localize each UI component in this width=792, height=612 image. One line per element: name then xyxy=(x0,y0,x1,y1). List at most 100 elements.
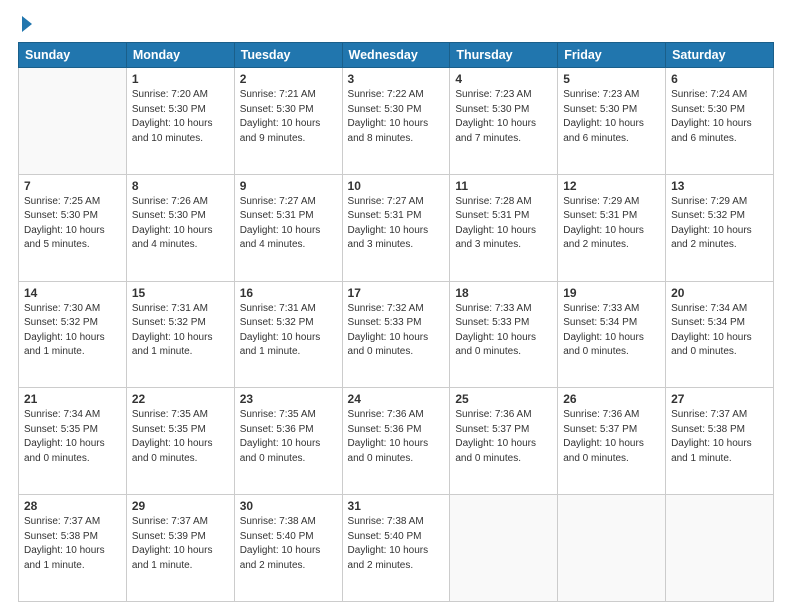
table-row: 11Sunrise: 7:28 AM Sunset: 5:31 PM Dayli… xyxy=(450,174,558,281)
day-number: 13 xyxy=(671,179,768,193)
day-info: Sunrise: 7:24 AM Sunset: 5:30 PM Dayligh… xyxy=(671,88,768,146)
table-row: 6 Sunrise: 7:24 AM Sunset: 5:30 PM Daylig… xyxy=(666,68,774,175)
day-number: 8 xyxy=(132,179,229,193)
table-row: 1 Sunrise: 7:20 AM Sunset: 5:30 PM Daylig… xyxy=(126,68,234,175)
day-number: 29 xyxy=(132,499,229,513)
day-info: Sunrise: 7:29 AM Sunset: 5:32 PM Dayligh… xyxy=(671,195,768,253)
day-info: Sunrise: 7:36 AM Sunset: 5:37 PM Dayligh… xyxy=(455,408,552,466)
day-number: 7 xyxy=(24,179,121,193)
table-row: 14Sunrise: 7:30 AM Sunset: 5:32 PM Dayli… xyxy=(19,281,127,388)
calendar-header-saturday: Saturday xyxy=(666,43,774,68)
table-row: 18Sunrise: 7:33 AM Sunset: 5:33 PM Dayli… xyxy=(450,281,558,388)
table-row: 12 Sunrise: 7:29 AM Sunset: 5:31 PM Dayli… xyxy=(558,174,666,281)
day-info: Sunrise: 7:33 AM Sunset: 5:34 PM Dayligh… xyxy=(563,302,660,360)
day-info: Sunrise: 7:34 AM Sunset: 5:34 PM Dayligh… xyxy=(671,302,768,360)
day-info: Sunrise: 7:38 AM Sunset: 5:40 PM Dayligh… xyxy=(240,515,337,573)
table-row: 15Sunrise: 7:31 AM Sunset: 5:32 PM Dayli… xyxy=(126,281,234,388)
table-row: 10 Sunrise: 7:27 AM Sunset: 5:31 PM Dayli… xyxy=(342,174,450,281)
day-number: 11 xyxy=(455,179,552,193)
day-info: Sunrise: 7:20 AM Sunset: 5:30 PM Dayligh… xyxy=(132,88,229,146)
calendar-header-friday: Friday xyxy=(558,43,666,68)
day-number: 4 xyxy=(455,72,552,86)
table-row: 16 Sunrise: 7:31 AM Sunset: 5:32 PM Dayli… xyxy=(234,281,342,388)
calendar-table: SundayMondayTuesdayWednesdayThursdayFrid… xyxy=(18,42,774,602)
table-row: 22Sunrise: 7:35 AM Sunset: 5:35 PM Dayli… xyxy=(126,388,234,495)
day-info: Sunrise: 7:34 AM Sunset: 5:35 PM Dayligh… xyxy=(24,408,121,466)
day-number: 17 xyxy=(348,286,445,300)
table-row: 24Sunrise: 7:36 AM Sunset: 5:36 PM Dayli… xyxy=(342,388,450,495)
day-number: 26 xyxy=(563,392,660,406)
day-number: 14 xyxy=(24,286,121,300)
day-info: Sunrise: 7:31 AM Sunset: 5:32 PM Dayligh… xyxy=(240,302,337,360)
day-number: 31 xyxy=(348,499,445,513)
table-row: 26 Sunrise: 7:36 AM Sunset: 5:37 PM Dayli… xyxy=(558,388,666,495)
calendar-header-thursday: Thursday xyxy=(450,43,558,68)
day-info: Sunrise: 7:22 AM Sunset: 5:30 PM Dayligh… xyxy=(348,88,445,146)
table-row: 28Sunrise: 7:37 AM Sunset: 5:38 PM Dayli… xyxy=(19,495,127,602)
day-info: Sunrise: 7:33 AM Sunset: 5:33 PM Dayligh… xyxy=(455,302,552,360)
table-row xyxy=(666,495,774,602)
day-info: Sunrise: 7:36 AM Sunset: 5:37 PM Dayligh… xyxy=(563,408,660,466)
day-number: 21 xyxy=(24,392,121,406)
day-number: 19 xyxy=(563,286,660,300)
day-number: 3 xyxy=(348,72,445,86)
day-info: Sunrise: 7:27 AM Sunset: 5:31 PM Dayligh… xyxy=(240,195,337,253)
table-row: 9Sunrise: 7:27 AM Sunset: 5:31 PM Daylig… xyxy=(234,174,342,281)
day-info: Sunrise: 7:27 AM Sunset: 5:31 PM Dayligh… xyxy=(348,195,445,253)
table-row: 19 Sunrise: 7:33 AM Sunset: 5:34 PM Dayli… xyxy=(558,281,666,388)
table-row: 25 Sunrise: 7:36 AM Sunset: 5:37 PM Dayli… xyxy=(450,388,558,495)
table-row: 17 Sunrise: 7:32 AM Sunset: 5:33 PM Dayli… xyxy=(342,281,450,388)
day-number: 24 xyxy=(348,392,445,406)
day-info: Sunrise: 7:25 AM Sunset: 5:30 PM Dayligh… xyxy=(24,195,121,253)
day-info: Sunrise: 7:37 AM Sunset: 5:39 PM Dayligh… xyxy=(132,515,229,573)
table-row: 5 Sunrise: 7:23 AM Sunset: 5:30 PM Daylig… xyxy=(558,68,666,175)
day-info: Sunrise: 7:23 AM Sunset: 5:30 PM Dayligh… xyxy=(563,88,660,146)
calendar-week-3: 14Sunrise: 7:30 AM Sunset: 5:32 PM Dayli… xyxy=(19,281,774,388)
day-number: 20 xyxy=(671,286,768,300)
table-row xyxy=(558,495,666,602)
day-number: 28 xyxy=(24,499,121,513)
calendar-header-tuesday: Tuesday xyxy=(234,43,342,68)
table-row xyxy=(450,495,558,602)
header xyxy=(18,18,774,32)
day-info: Sunrise: 7:21 AM Sunset: 5:30 PM Dayligh… xyxy=(240,88,337,146)
day-number: 23 xyxy=(240,392,337,406)
day-info: Sunrise: 7:23 AM Sunset: 5:30 PM Dayligh… xyxy=(455,88,552,146)
day-number: 30 xyxy=(240,499,337,513)
day-info: Sunrise: 7:31 AM Sunset: 5:32 PM Dayligh… xyxy=(132,302,229,360)
table-row: 21 Sunrise: 7:34 AM Sunset: 5:35 PM Dayli… xyxy=(19,388,127,495)
table-row xyxy=(19,68,127,175)
day-number: 1 xyxy=(132,72,229,86)
calendar-header-wednesday: Wednesday xyxy=(342,43,450,68)
calendar-week-4: 21 Sunrise: 7:34 AM Sunset: 5:35 PM Dayli… xyxy=(19,388,774,495)
calendar-header-sunday: Sunday xyxy=(19,43,127,68)
table-row: 30 Sunrise: 7:38 AM Sunset: 5:40 PM Dayli… xyxy=(234,495,342,602)
day-info: Sunrise: 7:32 AM Sunset: 5:33 PM Dayligh… xyxy=(348,302,445,360)
day-number: 25 xyxy=(455,392,552,406)
day-info: Sunrise: 7:38 AM Sunset: 5:40 PM Dayligh… xyxy=(348,515,445,573)
day-info: Sunrise: 7:26 AM Sunset: 5:30 PM Dayligh… xyxy=(132,195,229,253)
day-number: 6 xyxy=(671,72,768,86)
calendar-week-1: 1 Sunrise: 7:20 AM Sunset: 5:30 PM Daylig… xyxy=(19,68,774,175)
day-number: 16 xyxy=(240,286,337,300)
day-number: 5 xyxy=(563,72,660,86)
table-row: 2 Sunrise: 7:21 AM Sunset: 5:30 PM Daylig… xyxy=(234,68,342,175)
table-row: 3 Sunrise: 7:22 AM Sunset: 5:30 PM Daylig… xyxy=(342,68,450,175)
day-info: Sunrise: 7:37 AM Sunset: 5:38 PM Dayligh… xyxy=(671,408,768,466)
table-row: 27 Sunrise: 7:37 AM Sunset: 5:38 PM Dayli… xyxy=(666,388,774,495)
table-row: 20 Sunrise: 7:34 AM Sunset: 5:34 PM Dayli… xyxy=(666,281,774,388)
page: SundayMondayTuesdayWednesdayThursdayFrid… xyxy=(0,0,792,612)
day-number: 10 xyxy=(348,179,445,193)
day-info: Sunrise: 7:35 AM Sunset: 5:35 PM Dayligh… xyxy=(132,408,229,466)
day-number: 12 xyxy=(563,179,660,193)
table-row: 8 Sunrise: 7:26 AM Sunset: 5:30 PM Daylig… xyxy=(126,174,234,281)
table-row: 23Sunrise: 7:35 AM Sunset: 5:36 PM Dayli… xyxy=(234,388,342,495)
calendar-header-row: SundayMondayTuesdayWednesdayThursdayFrid… xyxy=(19,43,774,68)
logo xyxy=(18,18,32,32)
table-row: 13 Sunrise: 7:29 AM Sunset: 5:32 PM Dayli… xyxy=(666,174,774,281)
day-info: Sunrise: 7:29 AM Sunset: 5:31 PM Dayligh… xyxy=(563,195,660,253)
day-number: 2 xyxy=(240,72,337,86)
day-number: 27 xyxy=(671,392,768,406)
calendar-week-2: 7 Sunrise: 7:25 AM Sunset: 5:30 PM Daylig… xyxy=(19,174,774,281)
calendar-week-5: 28Sunrise: 7:37 AM Sunset: 5:38 PM Dayli… xyxy=(19,495,774,602)
